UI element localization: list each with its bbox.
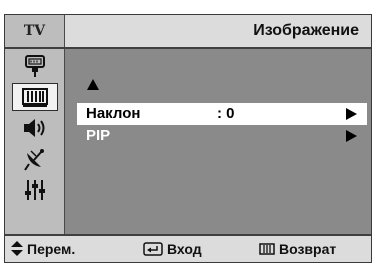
sidebar-item-setup[interactable] [12, 176, 58, 204]
menu-content: Наклон : 0 PIP [65, 49, 371, 234]
submenu-arrow-icon [346, 108, 357, 120]
menu-item-label: PIP [86, 127, 111, 144]
footer-enter-hint: Вход [143, 241, 202, 257]
channel-icon [24, 149, 44, 171]
sound-icon [24, 119, 45, 137]
page-title: Изображение [253, 22, 359, 39]
menu-footer: Перем. Вход Возврат [5, 234, 371, 262]
setup-icon [25, 180, 45, 200]
scroll-up-arrow-icon[interactable] [87, 79, 99, 90]
sidebar-item-input[interactable] [12, 52, 58, 80]
up-down-arrows-icon [11, 241, 23, 257]
menu-icon [259, 243, 275, 255]
footer-enter-label: Вход [167, 241, 202, 257]
sidebar-item-picture[interactable] [12, 83, 58, 111]
input-icon [25, 55, 45, 77]
menu-sidebar [5, 49, 65, 234]
picture-icon [22, 88, 48, 107]
enter-icon [143, 242, 163, 256]
sidebar-item-channel[interactable] [12, 145, 58, 173]
footer-return-label: Возврат [279, 241, 337, 257]
menu-item-value: : 0 [217, 105, 235, 122]
footer-move-label: Перем. [27, 241, 76, 257]
footer-move-hint: Перем. [11, 241, 75, 257]
menu-item-pip[interactable]: PIP [77, 125, 367, 147]
tv-osd-menu: TV Изображение Наклон: 0 PIP Перем. Вхо… [4, 14, 372, 263]
sidebar-item-sound[interactable] [12, 114, 58, 142]
source-label: TV [5, 15, 65, 47]
menu-item-label: Наклон [86, 105, 141, 122]
menu-item-tilt[interactable]: Наклон : 0 [77, 103, 367, 125]
submenu-arrow-icon [346, 130, 357, 142]
menu-header: TV Изображение [5, 15, 371, 49]
footer-return-hint: Возврат [259, 241, 336, 257]
